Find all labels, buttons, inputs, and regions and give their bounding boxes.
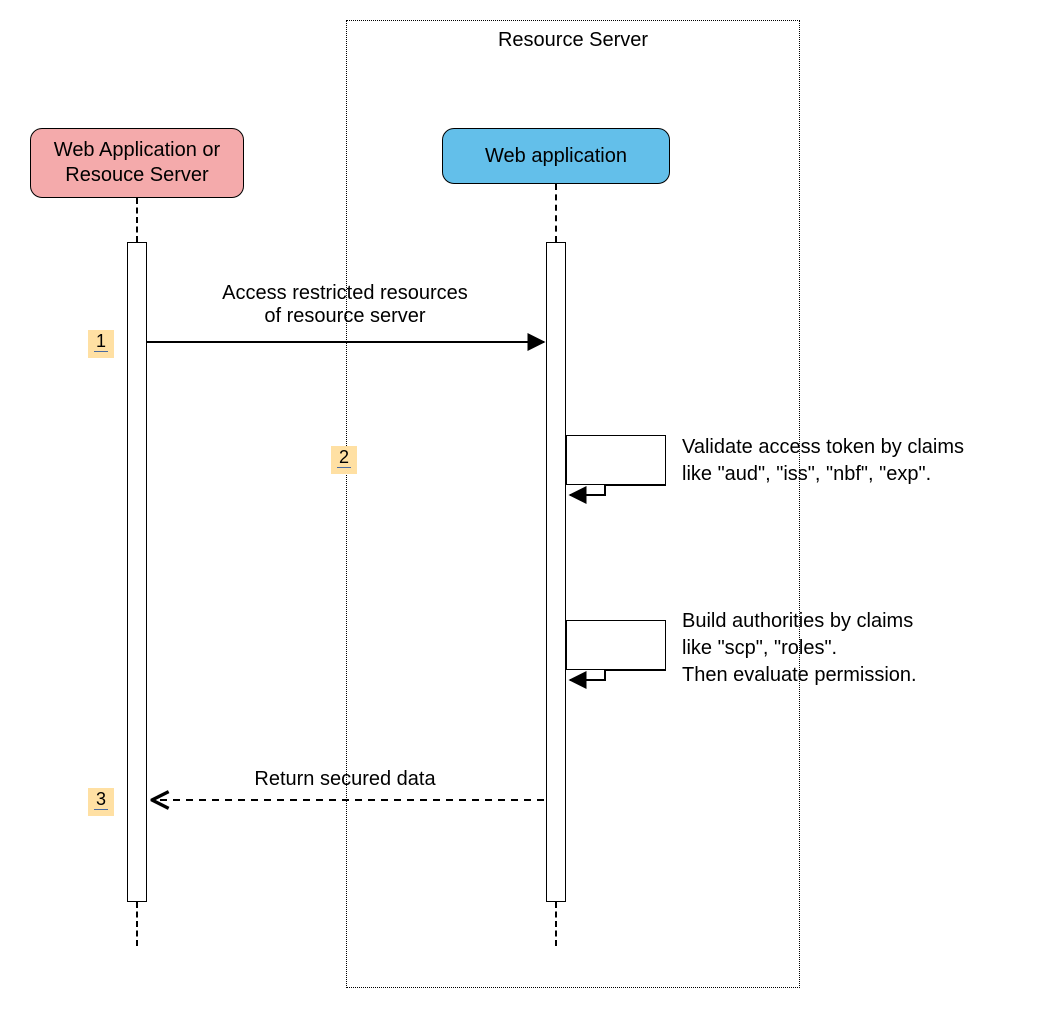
lifeline-client-bottom [136, 902, 138, 946]
frame-title: Resource Server [347, 29, 799, 52]
sequence-diagram: Resource Server Web Application or Resou… [0, 0, 1053, 1025]
msg-3-label: Return secured data [150, 768, 540, 791]
activation-client [127, 242, 147, 902]
actor-client: Web Application or Resouce Server [30, 128, 244, 198]
msg-1-label: Access restricted resources of resource … [150, 282, 540, 328]
lifeline-client-top [136, 198, 138, 242]
actor-server: Web application [442, 128, 670, 184]
self-box-authorize [566, 620, 666, 670]
actor-server-label: Web application [485, 144, 627, 169]
lifeline-server-bottom [555, 902, 557, 946]
step-badge-1: 1 [88, 330, 114, 358]
note-authorize: Build authorities by claims like "scp", … [682, 608, 1042, 689]
step-badge-3: 3 [88, 788, 114, 816]
activation-server [546, 242, 566, 902]
self-box-validate [566, 435, 666, 485]
actor-client-label: Web Application or Resouce Server [54, 138, 220, 188]
step-badge-2: 2 [331, 446, 357, 474]
note-validate: Validate access token by claims like "au… [682, 434, 1042, 488]
lifeline-server-top [555, 184, 557, 242]
